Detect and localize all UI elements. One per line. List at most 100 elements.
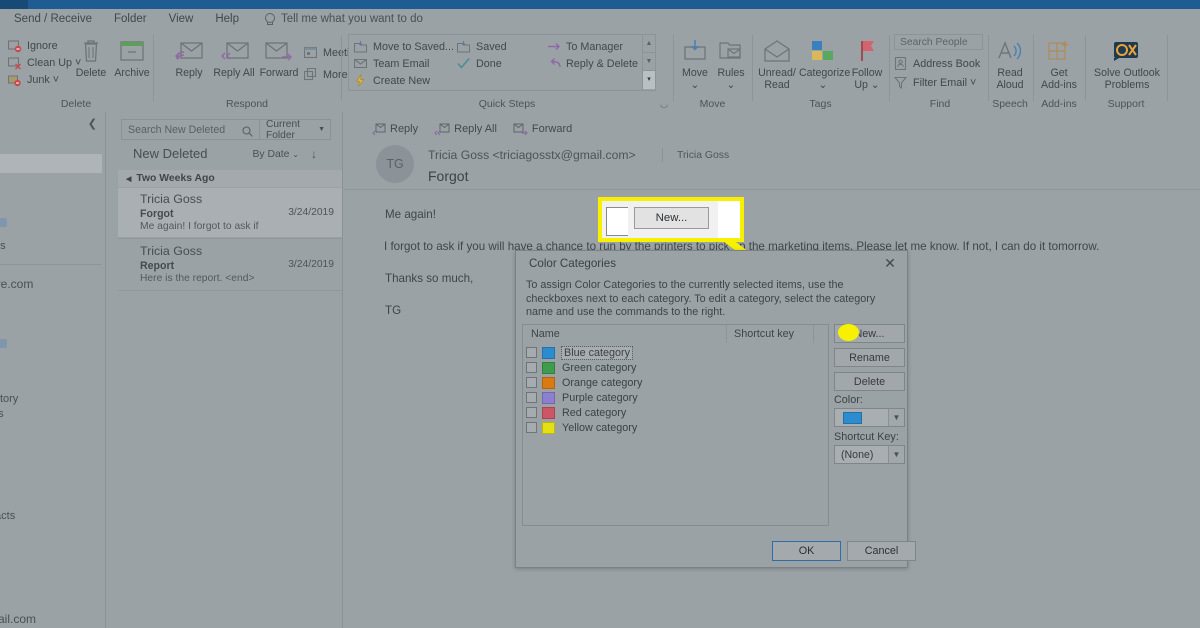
- column-header-name[interactable]: Name: [531, 328, 560, 340]
- ribbon-command-address-book-label: Address Book: [913, 57, 981, 70]
- move-to-folder-icon: [354, 40, 368, 54]
- gallery-scroll-down-button[interactable]: ▼: [643, 53, 655, 71]
- category-checkbox[interactable]: [526, 362, 537, 373]
- ribbon-command-forward[interactable]: Forward: [254, 37, 304, 80]
- ribbon-command-get-addins-label: Get Add-ins: [1041, 67, 1077, 91]
- ribbon-group-move: Move ⌄ Rules ⌄ Move: [674, 29, 751, 112]
- ribbon-command-move[interactable]: Move ⌄: [676, 37, 714, 91]
- ribbon-group-respond: Reply Reply All Forward Meeting More ˅ R…: [154, 29, 361, 112]
- color-dropdown[interactable]: ▼: [834, 408, 905, 427]
- ribbon-command-filter-email[interactable]: Filter Email ˅: [893, 73, 980, 92]
- quick-step-create-new[interactable]: Create New: [354, 72, 454, 89]
- callout-right-strip: [718, 201, 740, 238]
- category-checkbox[interactable]: [526, 407, 537, 418]
- menu-item-help[interactable]: Help: [204, 13, 250, 25]
- search-scope-dropdown[interactable]: Current Folder ▼: [260, 119, 331, 141]
- meeting-icon: [303, 46, 318, 60]
- list-item[interactable]: Orange category: [526, 375, 642, 390]
- message-list-pane: Search New Deleted Current Folder ▼ New …: [107, 112, 343, 628]
- ribbon-command-read-aloud[interactable]: Read Aloud: [983, 37, 1037, 91]
- quick-steps-dialog-launcher-icon[interactable]: ◡: [660, 99, 668, 110]
- gallery-scroll-up-button[interactable]: ▲: [643, 35, 655, 53]
- ok-button[interactable]: OK: [772, 541, 841, 561]
- column-splitter[interactable]: [726, 325, 727, 343]
- list-item[interactable]: Purple category: [526, 390, 638, 405]
- message-subject: Report: [140, 260, 175, 272]
- folder-pane-item-3[interactable]: tacts: [0, 510, 15, 522]
- forward-button[interactable]: Forward: [513, 123, 572, 135]
- search-input[interactable]: Search New Deleted: [121, 119, 260, 140]
- message-preview: Here is the report. <end>: [140, 273, 255, 284]
- quick-step-done[interactable]: Done: [457, 55, 507, 72]
- quick-step-move-to-saved[interactable]: Move to Saved...: [354, 38, 454, 55]
- message-body-line-3: TG: [385, 304, 402, 317]
- folder-pane-item-0[interactable]: es: [0, 240, 6, 252]
- ribbon-command-rules[interactable]: Rules ⌄: [712, 37, 750, 91]
- category-name: Red category: [562, 406, 627, 419]
- ribbon-group-delete-label: Delete: [60, 98, 92, 110]
- close-icon[interactable]: ✕: [881, 254, 899, 272]
- column-header-shortcut-key[interactable]: Shortcut key: [734, 328, 794, 340]
- quick-step-team-email[interactable]: Team Email: [353, 55, 454, 72]
- gallery-more-button[interactable]: ▾: [643, 71, 655, 89]
- category-checkbox[interactable]: [526, 392, 537, 403]
- ribbon-group-find-label: Find: [929, 98, 951, 110]
- ribbon-command-delete[interactable]: Delete: [71, 37, 111, 80]
- ribbon-command-follow-up[interactable]: Follow Up ⌄: [847, 37, 887, 91]
- tell-me-search[interactable]: Tell me what you want to do: [264, 13, 423, 26]
- sort-by-dropdown[interactable]: By Date ⌄: [252, 149, 299, 160]
- chevron-left-icon[interactable]: ❮: [88, 117, 97, 130]
- folder-pane-item-2[interactable]: es: [0, 408, 4, 420]
- menu-item-folder[interactable]: Folder: [103, 13, 158, 25]
- rename-category-button[interactable]: Rename: [834, 348, 905, 367]
- lightbulb-icon: [264, 13, 275, 26]
- shortcut-key-dropdown[interactable]: (None) ▼: [834, 445, 905, 464]
- menu-item-view[interactable]: View: [158, 13, 205, 25]
- ribbon-command-reply-all[interactable]: Reply All: [207, 37, 261, 80]
- ribbon-command-archive[interactable]: Archive: [110, 37, 154, 80]
- table-row[interactable]: Tricia Goss Forgot Me again! I forgot to…: [118, 188, 343, 237]
- list-item[interactable]: Green category: [526, 360, 636, 375]
- ribbon-command-solve-outlook-problems[interactable]: Solve Outlook Problems: [1092, 37, 1162, 91]
- list-item[interactable]: Blue category: [526, 345, 634, 360]
- message-group-header[interactable]: ◀ Two Weeks Ago: [118, 170, 343, 187]
- folder-pane-account-0[interactable]: ive.com: [0, 277, 33, 291]
- ribbon-command-get-addins[interactable]: Get Add-ins: [1032, 37, 1086, 91]
- quick-step-saved[interactable]: Saved: [457, 38, 507, 55]
- category-checkbox[interactable]: [526, 377, 537, 388]
- table-row[interactable]: Tricia Goss Report Here is the report. <…: [118, 240, 343, 289]
- search-icon: [242, 124, 253, 137]
- ribbon-command-categorize[interactable]: Categorize ⌄: [799, 37, 850, 91]
- reply-button[interactable]: Reply: [372, 123, 418, 135]
- categories-listbox[interactable]: Name Shortcut key Blue category Green ca…: [522, 324, 829, 526]
- ribbon-group-delete: Ignore Clean Up ˅ Junk ˅ Delete Archive …: [0, 29, 152, 112]
- callout-new-button[interactable]: New...: [634, 207, 709, 229]
- delete-category-button[interactable]: Delete: [834, 372, 905, 391]
- list-item[interactable]: Yellow category: [526, 420, 637, 435]
- forward-icon: [254, 37, 304, 65]
- quick-step-reply-delete[interactable]: Reply & Delete: [547, 55, 638, 72]
- quick-step-to-manager[interactable]: To Manager: [547, 38, 638, 55]
- ribbon-command-unread-read[interactable]: Unread/Read: [755, 37, 799, 91]
- cancel-button[interactable]: Cancel: [847, 541, 916, 561]
- color-categories-dialog: Color Categories ✕ To assign Color Categ…: [515, 250, 916, 568]
- reply-all-button[interactable]: Reply All: [434, 123, 497, 135]
- funnel-icon: [893, 76, 908, 90]
- folder-pane-item-1[interactable]: istory: [0, 393, 18, 405]
- category-checkbox[interactable]: [526, 347, 537, 358]
- chevron-down-icon[interactable]: ▼: [888, 446, 904, 463]
- collapse-triangle-icon[interactable]: ◀: [126, 175, 131, 183]
- category-checkbox[interactable]: [526, 422, 537, 433]
- ribbon-group-speech-label: Speech: [992, 98, 1028, 110]
- ribbon-command-address-book[interactable]: Address Book: [894, 54, 980, 73]
- folder-pane-edge: [105, 112, 106, 628]
- sort-direction-icon[interactable]: ↓: [311, 147, 317, 161]
- menu-item-send-receive[interactable]: Send / Receive: [0, 13, 103, 25]
- column-splitter[interactable]: [813, 325, 814, 343]
- folder-pane-account-1[interactable]: mail.com: [0, 612, 36, 626]
- get-addins-icon: [1032, 37, 1086, 65]
- search-people-input[interactable]: Search People: [894, 34, 983, 50]
- reply-all-button-label: Reply All: [454, 123, 497, 135]
- list-item[interactable]: Red category: [526, 405, 626, 420]
- chevron-down-icon[interactable]: ▼: [888, 409, 904, 426]
